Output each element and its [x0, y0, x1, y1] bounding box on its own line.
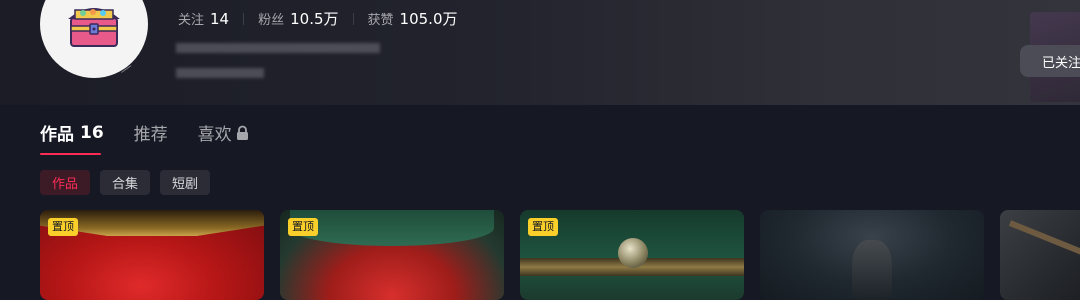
video-card[interactable] [760, 210, 984, 300]
stat-divider [352, 12, 354, 25]
following-count: 14 [210, 9, 230, 28]
video-card[interactable]: 置顶 [40, 210, 264, 300]
video-grid: 置顶 置顶 置顶 [40, 210, 1080, 300]
followers-label: 粉丝 [258, 13, 285, 28]
likes-label: 获赞 [367, 13, 394, 28]
treasure-chest-icon [68, 8, 120, 47]
filter-collections[interactable]: 合集 [100, 170, 151, 195]
thumbnail-art [852, 240, 892, 300]
profile-bio-redacted [176, 68, 264, 78]
thumbnail-art [618, 238, 648, 268]
filter-works[interactable]: 作品 [40, 170, 91, 195]
tab-recommended-label: 推荐 [133, 125, 168, 145]
video-card[interactable] [1000, 210, 1080, 300]
stat-divider [243, 12, 245, 25]
tab-likes[interactable]: 喜欢 [198, 120, 249, 145]
filter-short-dramas-label: 短剧 [172, 177, 199, 192]
likes-count: 105.0万 [399, 10, 458, 28]
profile-info-redacted [176, 43, 380, 53]
profile-stats: 关注 14 粉丝 10.5万 获赞 105.0万 [178, 8, 458, 29]
tab-works[interactable]: 作品 16 [40, 120, 104, 146]
pinned-badge: 置顶 [288, 218, 318, 236]
follow-button[interactable]: 已关注 [1020, 45, 1080, 77]
active-tab-indicator [40, 153, 101, 155]
lock-icon [236, 125, 248, 140]
following-stat[interactable]: 关注 14 [178, 9, 230, 29]
tab-works-label: 作品 [40, 125, 74, 145]
content-filters: 作品 合集 短剧 [40, 170, 211, 195]
profile-header [0, 0, 1080, 105]
pinned-badge: 置顶 [48, 218, 78, 236]
tab-likes-label: 喜欢 [197, 125, 232, 145]
tab-works-count: 16 [80, 122, 104, 143]
following-label: 关注 [178, 13, 205, 28]
likes-stat: 获赞 105.0万 [368, 8, 458, 29]
followers-count: 10.5万 [290, 10, 339, 28]
filter-short-dramas[interactable]: 短剧 [160, 170, 211, 195]
video-card[interactable]: 置顶 [280, 210, 504, 300]
followers-stat[interactable]: 粉丝 10.5万 [258, 8, 338, 29]
tab-recommended[interactable]: 推荐 [134, 120, 168, 145]
follow-button-label: 已关注 [1042, 55, 1080, 71]
filter-collections-label: 合集 [112, 177, 139, 192]
profile-tabs: 作品 16 推荐 喜欢 [40, 120, 279, 145]
thumbnail-art [1008, 220, 1080, 267]
filter-works-label: 作品 [52, 177, 79, 192]
thumbnail-art [290, 210, 494, 246]
pinned-badge: 置顶 [528, 218, 558, 236]
video-card[interactable]: 置顶 [520, 210, 744, 300]
